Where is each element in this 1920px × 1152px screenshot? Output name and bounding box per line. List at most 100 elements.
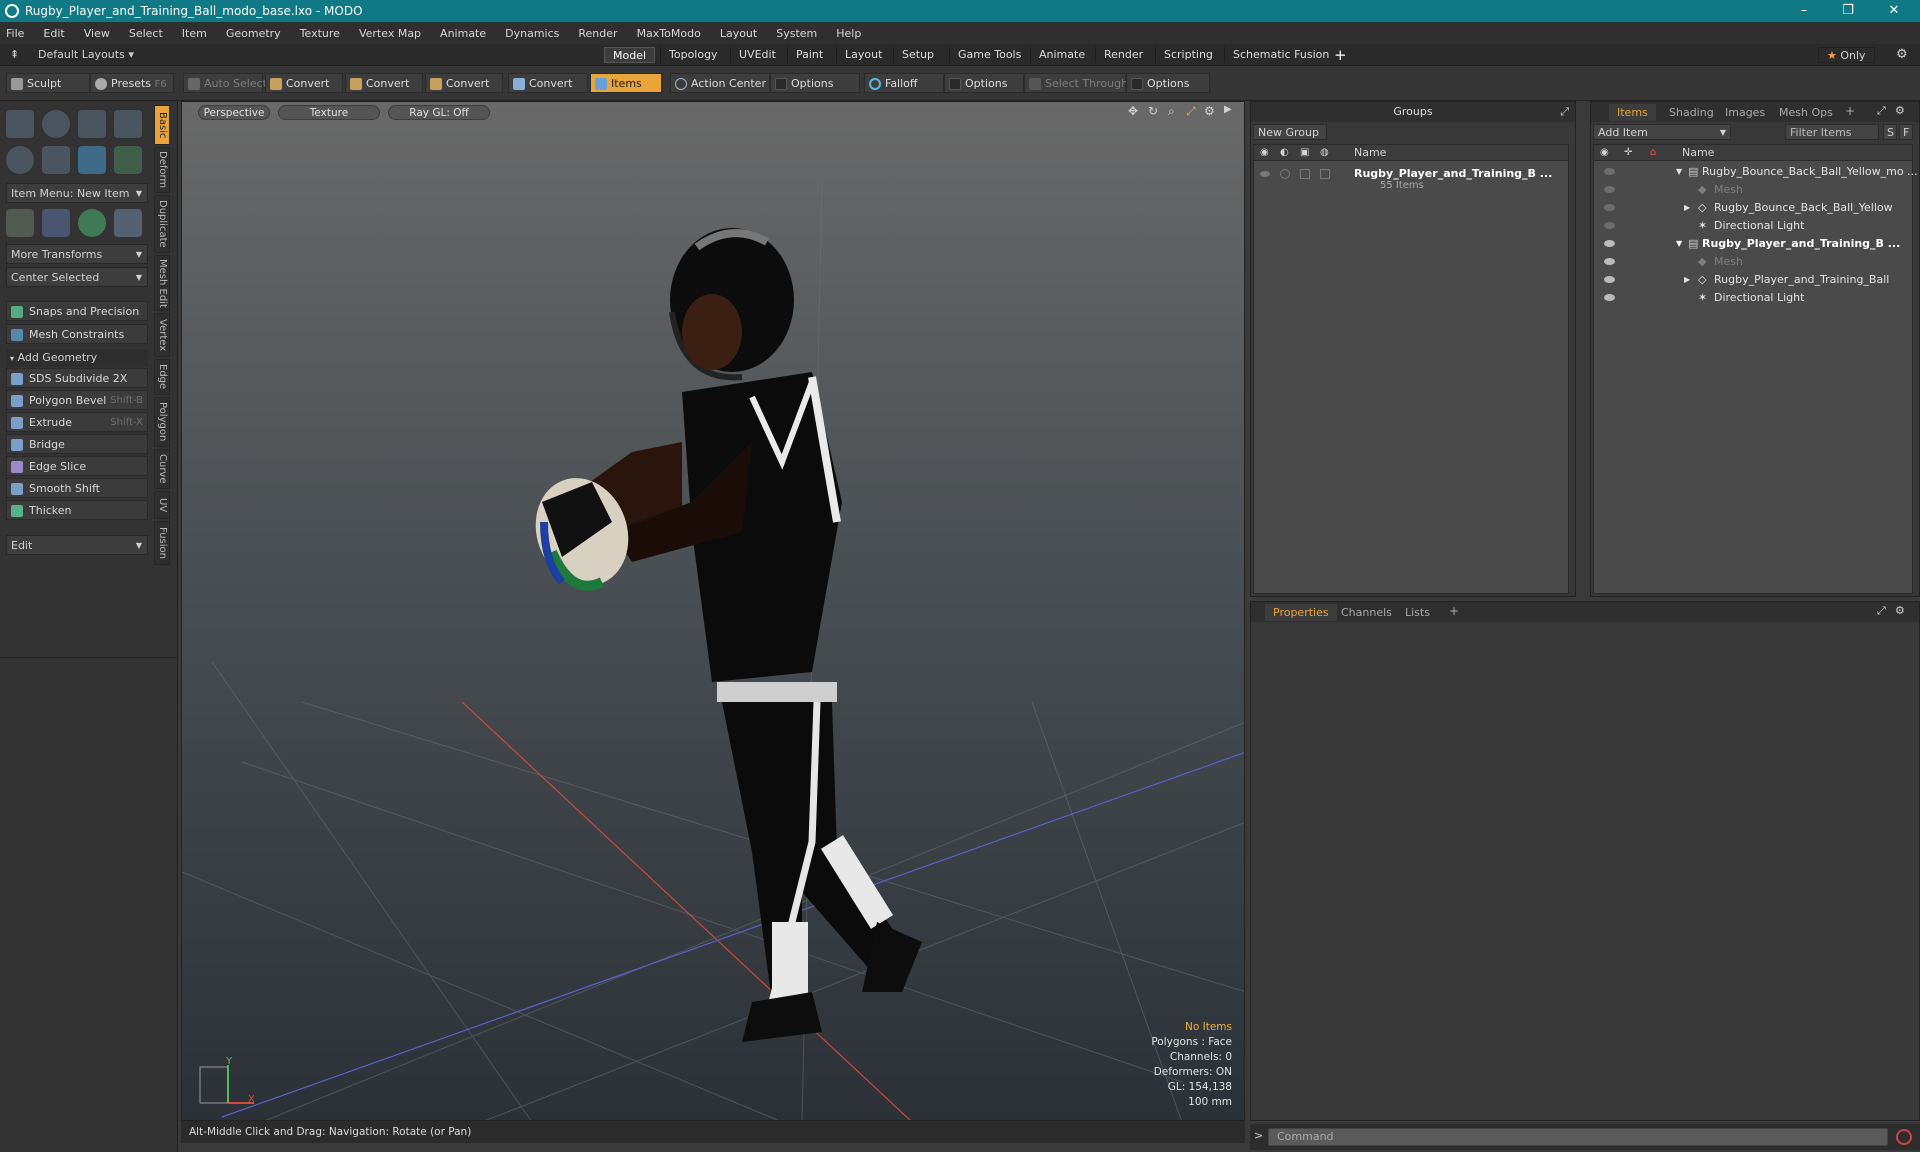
new-group-button[interactable]: New Group xyxy=(1253,124,1327,140)
sphere-icon[interactable] xyxy=(42,110,70,138)
snaps-precision-button[interactable]: Snaps and Precision xyxy=(6,301,148,321)
expand-arrow-icon[interactable]: ▼ xyxy=(1676,235,1682,253)
tab-lists[interactable]: Lists xyxy=(1397,604,1438,621)
pen-icon[interactable] xyxy=(78,146,106,174)
groups-table[interactable]: ◉ ◐ ▣ ◍ Name Rugby_Player_and_Training_B… xyxy=(1253,144,1569,594)
menu-system[interactable]: System xyxy=(776,27,817,40)
edit-dropdown[interactable]: Edit ▼ xyxy=(6,535,148,555)
vtab-curve[interactable]: Curve xyxy=(154,449,170,489)
menu-texture[interactable]: Texture xyxy=(300,27,340,40)
menu-geometry[interactable]: Geometry xyxy=(226,27,281,40)
group-row[interactable]: Rugby_Player_and_Training_B ... 55 Items xyxy=(1254,163,1568,193)
convert-vertices-button[interactable]: Convert xyxy=(265,73,343,93)
lock-icon[interactable]: ⌂ xyxy=(1650,147,1656,158)
action-center-options-button[interactable]: Options xyxy=(770,73,860,93)
cone-icon[interactable] xyxy=(114,110,142,138)
tab-topology[interactable]: Topology xyxy=(660,47,726,63)
only-toggle[interactable]: ★ Only xyxy=(1818,47,1875,63)
items-tree[interactable]: ◉ ✛ ⌂ Name ▼ ▤ Rugby_Bounce_Back_Ball_Yell… xyxy=(1593,144,1918,594)
minimize-button[interactable]: – xyxy=(1782,0,1826,22)
globe-icon[interactable] xyxy=(78,209,106,237)
vtab-polygon[interactable]: Polygon xyxy=(154,397,170,447)
tree-row-mesh-2[interactable]: ◆ Mesh xyxy=(1594,253,1912,271)
tab-game-tools[interactable]: Game Tools xyxy=(949,47,1029,63)
more-transforms-dropdown[interactable]: More Transforms ▼ xyxy=(6,244,148,264)
menu-file[interactable]: File xyxy=(6,27,24,40)
pyramid-icon[interactable] xyxy=(114,209,142,237)
add-tab-icon[interactable]: + xyxy=(1845,104,1855,118)
vtab-edge[interactable]: Edge xyxy=(154,359,170,395)
menu-select[interactable]: Select xyxy=(129,27,163,40)
gear-icon[interactable]: ⚙ xyxy=(1896,47,1908,62)
tab-paint[interactable]: Paint xyxy=(787,47,831,63)
select-options-button[interactable]: Options xyxy=(1126,73,1210,93)
tree-row-light-1[interactable]: ✶ Directional Light xyxy=(1594,217,1912,235)
maximize-button[interactable]: ❐ xyxy=(1826,0,1870,22)
layout-selector[interactable]: Default Layouts ▾ xyxy=(38,48,134,61)
bridge-button[interactable]: Bridge xyxy=(6,434,148,454)
select-icon[interactable]: ◍ xyxy=(1320,147,1329,158)
visibility-eye-icon[interactable] xyxy=(1604,240,1615,247)
tab-render[interactable]: Render xyxy=(1095,47,1151,63)
visibility-eye-icon[interactable] xyxy=(1604,222,1615,229)
lock-toggle-icon[interactable] xyxy=(1300,169,1310,179)
menu-render[interactable]: Render xyxy=(578,27,617,40)
items-mode-button[interactable]: Items xyxy=(590,73,662,93)
convert-items-button[interactable]: Convert xyxy=(508,73,588,93)
expand-arrow-icon[interactable]: ▼ xyxy=(1676,163,1682,181)
tab-channels[interactable]: Channels xyxy=(1333,604,1400,621)
expand-panel-icon[interactable]: ⤢ xyxy=(1877,604,1886,618)
close-button[interactable]: ✕ xyxy=(1872,0,1916,22)
render-toggle-icon[interactable] xyxy=(1280,169,1290,179)
vtab-deform[interactable]: Deform xyxy=(154,147,170,193)
command-input[interactable]: Command xyxy=(1268,1128,1888,1146)
transform-icon[interactable] xyxy=(6,209,34,237)
add-geometry-header[interactable]: ▾ Add Geometry xyxy=(6,349,148,367)
add-tab-icon[interactable]: + xyxy=(1449,604,1459,618)
menu-vertex-map[interactable]: Vertex Map xyxy=(359,27,421,40)
edge-slice-button[interactable]: Edge Slice xyxy=(6,456,148,476)
filter-items-input[interactable]: Filter Items xyxy=(1785,124,1879,140)
falloff-options-button[interactable]: Options xyxy=(944,73,1024,93)
extrude-button[interactable]: Extrude Shift-X xyxy=(6,412,148,432)
pin-icon[interactable]: ✛ xyxy=(1624,147,1632,158)
torus-icon[interactable] xyxy=(6,146,34,174)
select-toggle-icon[interactable] xyxy=(1320,169,1330,179)
tab-mesh-ops[interactable]: Mesh Ops xyxy=(1771,104,1841,121)
tab-uvedit[interactable]: UVEdit xyxy=(730,47,784,63)
add-tab-button[interactable]: + xyxy=(1334,46,1347,64)
command-expand-icon[interactable]: > xyxy=(1254,1129,1263,1142)
tab-animate[interactable]: Animate xyxy=(1030,47,1093,63)
menu-edit[interactable]: Edit xyxy=(43,27,64,40)
sculpt-button[interactable]: Sculpt xyxy=(6,73,90,93)
tree-row-scene-2[interactable]: ▼ ▤ Rugby_Player_and_Training_B ... xyxy=(1594,235,1912,253)
eye-icon[interactable]: ◉ xyxy=(1600,147,1609,158)
cylinder-icon[interactable] xyxy=(78,110,106,138)
tree-row-mesh-1[interactable]: ◆ Mesh xyxy=(1594,181,1912,199)
visibility-eye-icon[interactable] xyxy=(1260,171,1270,177)
action-center-button[interactable]: Action Center xyxy=(670,73,770,93)
tree-row-scene-1[interactable]: ▼ ▤ Rugby_Bounce_Back_Ball_Yellow_mo ... xyxy=(1594,163,1918,181)
visibility-eye-icon[interactable] xyxy=(1604,186,1615,193)
cube-icon[interactable] xyxy=(6,110,34,138)
tab-layout[interactable]: Layout xyxy=(836,47,890,63)
vtab-uv[interactable]: UV xyxy=(154,491,170,519)
expand-panel-icon[interactable]: ⤢ xyxy=(1877,104,1886,118)
center-selected-dropdown[interactable]: Center Selected ▼ xyxy=(6,267,148,287)
grid-icon[interactable] xyxy=(42,209,70,237)
visibility-eye-icon[interactable] xyxy=(1604,294,1615,301)
lock-icon[interactable]: ▣ xyxy=(1300,147,1309,158)
vtab-vertex[interactable]: Vertex xyxy=(154,313,170,357)
expand-arrow-icon[interactable]: ▶ xyxy=(1684,199,1690,217)
expand-panel-icon[interactable]: ⤢ xyxy=(1560,105,1569,119)
add-item-dropdown[interactable]: Add Item ▼ xyxy=(1593,124,1731,140)
s-toggle-button[interactable]: S xyxy=(1883,124,1897,140)
expand-arrow-icon[interactable]: ▶ xyxy=(1684,271,1690,289)
presets-button[interactable]: Presets F6 xyxy=(90,73,174,93)
visibility-eye-icon[interactable] xyxy=(1604,258,1615,265)
tab-setup[interactable]: Setup xyxy=(893,47,942,63)
mesh-constraints-button[interactable]: Mesh Constraints xyxy=(6,324,148,344)
tab-properties[interactable]: Properties xyxy=(1265,604,1337,621)
gear-icon[interactable]: ⚙ xyxy=(1895,604,1905,617)
menu-help[interactable]: Help xyxy=(836,27,861,40)
